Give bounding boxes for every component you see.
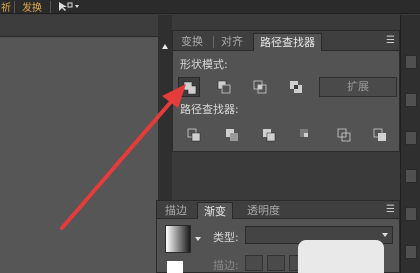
menu-item-1[interactable]: 祈 bbox=[1, 0, 11, 14]
artboard-area[interactable] bbox=[0, 38, 158, 273]
panel-tab-bar: 描边 渐变 透明度 ☰ bbox=[157, 201, 399, 219]
minus-back-button[interactable] bbox=[369, 125, 391, 145]
outline-icon bbox=[337, 128, 351, 142]
unite-icon bbox=[183, 81, 197, 95]
dock-button[interactable] bbox=[405, 93, 417, 107]
divide-icon bbox=[187, 128, 201, 142]
trim-button[interactable] bbox=[221, 125, 243, 145]
right-panel-dock bbox=[400, 15, 420, 273]
divider bbox=[213, 36, 214, 48]
merge-button[interactable] bbox=[258, 125, 280, 145]
shape-modes-label: 形状模式: bbox=[180, 58, 228, 71]
tab-transform[interactable]: 变换 bbox=[175, 33, 209, 51]
chevron-down-icon bbox=[382, 233, 388, 237]
outline-button[interactable] bbox=[333, 125, 355, 145]
tab-gradient[interactable]: 渐变 bbox=[197, 202, 233, 219]
selection-tool-icon[interactable] bbox=[58, 1, 80, 15]
expand-button[interactable]: 扩展 bbox=[319, 77, 397, 97]
stroke-option-button[interactable] bbox=[245, 255, 263, 271]
pathfinders-label: 路径查找器: bbox=[180, 103, 239, 116]
type-label: 类型: bbox=[213, 231, 239, 244]
minus-front-button[interactable] bbox=[213, 77, 235, 97]
tab-pathfinder[interactable]: 路径查找器 bbox=[253, 33, 322, 51]
tab-align[interactable]: 对齐 bbox=[215, 33, 249, 51]
exclude-icon bbox=[290, 81, 302, 93]
redacted-overlay bbox=[298, 240, 384, 273]
intersect-icon bbox=[253, 80, 267, 94]
intersect-button[interactable] bbox=[249, 77, 271, 97]
panel-menu-icon[interactable]: ☰ bbox=[386, 35, 395, 46]
minus-back-icon bbox=[373, 128, 386, 141]
crop-button[interactable] bbox=[295, 125, 317, 145]
dock-button[interactable] bbox=[405, 207, 417, 221]
merge-icon bbox=[263, 129, 276, 142]
minus-front-icon bbox=[217, 80, 231, 94]
stroke-label: 描边: bbox=[213, 259, 239, 272]
application-bar: 祈 发换 bbox=[0, 0, 420, 14]
collapse-panels-icon[interactable] bbox=[162, 44, 168, 49]
crop-icon bbox=[300, 129, 308, 137]
dock-button[interactable] bbox=[405, 169, 417, 183]
pathfinder-panel: 变换 对齐 路径查找器 ☰ 形状模式: 扩展 路径查找器: bbox=[172, 30, 400, 152]
color-swatch[interactable] bbox=[167, 261, 183, 273]
dock-button[interactable] bbox=[405, 55, 417, 69]
document-tab-bar bbox=[0, 15, 158, 37]
tab-transparency[interactable]: 透明度 bbox=[241, 202, 286, 219]
unite-button[interactable] bbox=[178, 77, 200, 97]
gradient-swatch[interactable] bbox=[165, 225, 191, 253]
menu-item-2[interactable]: 发换 bbox=[22, 0, 42, 14]
panel-menu-icon[interactable]: ☰ bbox=[386, 204, 395, 215]
divide-button[interactable] bbox=[183, 125, 205, 145]
dock-button[interactable] bbox=[405, 245, 417, 259]
divider bbox=[50, 1, 51, 13]
document-canvas[interactable] bbox=[0, 15, 158, 273]
exclude-button[interactable] bbox=[285, 77, 307, 97]
panel-tab-bar: 变换 对齐 路径查找器 ☰ bbox=[173, 31, 399, 51]
dock-button[interactable] bbox=[405, 131, 417, 145]
divider bbox=[14, 1, 15, 13]
trim-icon bbox=[226, 129, 238, 141]
tab-stroke[interactable]: 描边 bbox=[159, 202, 193, 219]
chevron-down-icon[interactable] bbox=[195, 237, 201, 241]
stroke-option-button[interactable] bbox=[267, 255, 285, 271]
